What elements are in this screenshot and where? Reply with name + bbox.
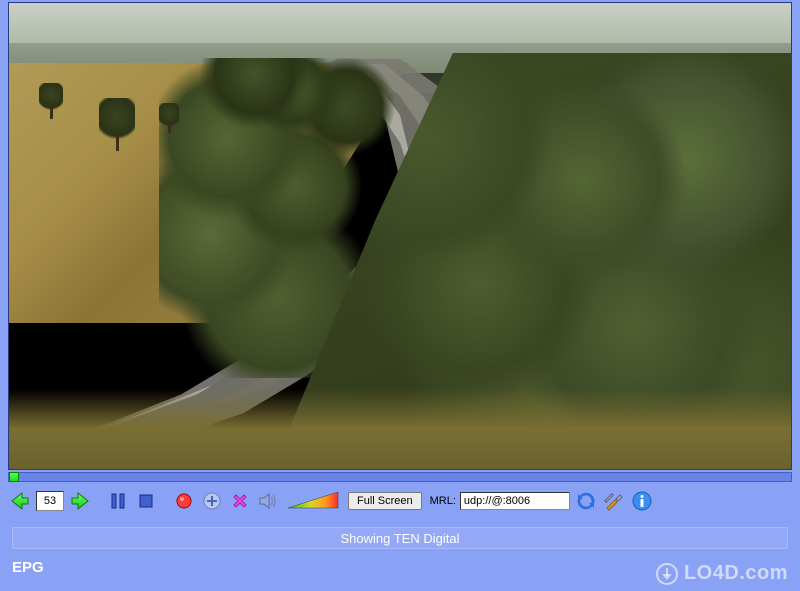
record-button[interactable] [172, 489, 196, 513]
prev-channel-button[interactable] [8, 489, 32, 513]
watermark-text: LO4D.com [684, 562, 788, 585]
download-icon [656, 563, 678, 585]
arrow-left-icon [9, 490, 31, 512]
status-bar: Showing TEN Digital [12, 527, 788, 549]
video-viewport [8, 2, 792, 470]
volume-slider[interactable] [286, 490, 340, 512]
seek-thumb[interactable] [9, 472, 19, 482]
settings-button[interactable] [602, 489, 626, 513]
delete-button[interactable] [228, 489, 252, 513]
toolbar: 53 [8, 487, 792, 515]
speaker-icon [258, 492, 278, 510]
info-icon [632, 491, 652, 511]
refresh-button[interactable] [574, 489, 598, 513]
refresh-icon [576, 491, 596, 511]
watermark: LO4D.com [656, 562, 788, 585]
next-channel-button[interactable] [68, 489, 92, 513]
record-icon [175, 492, 193, 510]
stop-icon [137, 492, 155, 510]
volume-wedge-icon [286, 490, 340, 512]
epg-section-label: EPG [12, 559, 44, 576]
delete-x-icon [231, 492, 249, 510]
channel-number-input[interactable]: 53 [36, 491, 64, 511]
video-frame [9, 3, 791, 469]
pause-button[interactable] [106, 489, 130, 513]
arrow-right-icon [69, 490, 91, 512]
audio-button[interactable] [256, 489, 280, 513]
seek-bar[interactable] [8, 472, 792, 482]
pause-icon [109, 492, 127, 510]
stop-button[interactable] [134, 489, 158, 513]
tools-icon [604, 491, 624, 511]
mrl-input[interactable] [460, 492, 570, 510]
add-button[interactable] [200, 489, 224, 513]
fullscreen-button[interactable]: Full Screen [348, 492, 422, 510]
plus-icon [203, 492, 221, 510]
info-button[interactable] [630, 489, 654, 513]
mrl-label: MRL: [430, 495, 456, 507]
status-text: Showing TEN Digital [341, 531, 460, 546]
